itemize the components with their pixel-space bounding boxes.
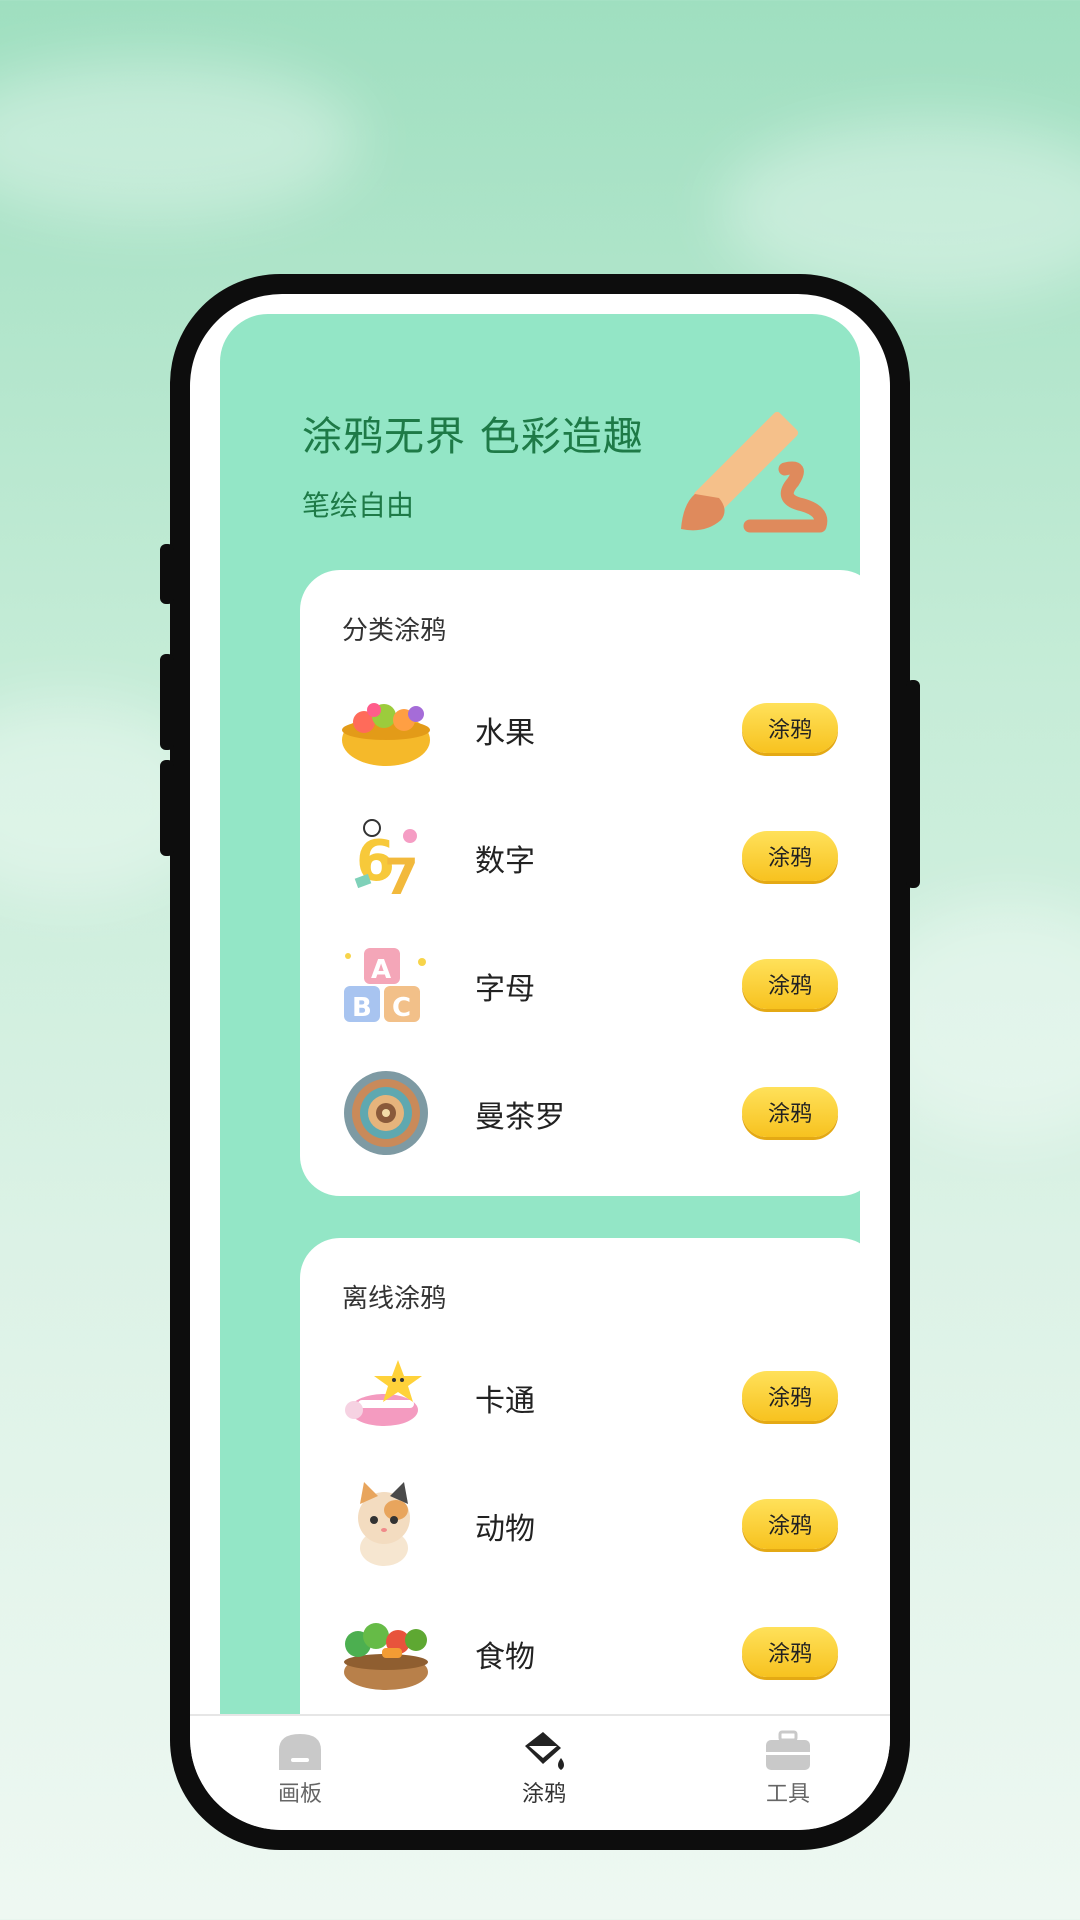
paint-bucket-icon bbox=[525, 1732, 564, 1770]
board-icon bbox=[279, 1734, 321, 1770]
cartoon-plane-icon bbox=[345, 1360, 422, 1426]
tab-label: 涂鸦 bbox=[521, 1782, 566, 1807]
tab-label: 工具 bbox=[765, 1782, 810, 1807]
list-item[interactable]: 动物 涂鸦 bbox=[300, 1474, 880, 1574]
list-item-label: 食物 bbox=[475, 1640, 535, 1675]
card-title: 离线涂鸦 bbox=[342, 1284, 447, 1314]
svg-text:B: B bbox=[352, 993, 372, 1023]
fruit-bowl-icon bbox=[342, 703, 430, 766]
list-item[interactable]: 水果 涂鸦 bbox=[300, 678, 880, 778]
list-item-label: 水果 bbox=[475, 716, 535, 751]
phone-side-button bbox=[160, 544, 174, 604]
page-subtitle: 笔绘自由 bbox=[302, 489, 415, 522]
list-item[interactable]: 食物 涂鸦 bbox=[300, 1602, 880, 1702]
list-item-label: 字母 bbox=[475, 972, 535, 1007]
numbers-icon: 6 7 bbox=[354, 819, 419, 900]
list-item[interactable]: 6 7 数字 涂鸦 bbox=[300, 806, 880, 906]
doodle-button[interactable]: 涂鸦 bbox=[742, 1371, 838, 1421]
phone-screen: 涂鸦无界 色彩造趣 笔绘自由 分类涂鸦 水果 涂鸦 6 7 数字 涂鸦 A B … bbox=[190, 294, 890, 1830]
list-item[interactable]: 曼茶罗 涂鸦 bbox=[300, 1062, 880, 1162]
cat-icon bbox=[358, 1482, 410, 1566]
doodle-button[interactable]: 涂鸦 bbox=[742, 1627, 838, 1677]
phone-side-button bbox=[160, 654, 174, 750]
list-item-label: 卡通 bbox=[475, 1384, 535, 1419]
bottom-tab-bar: 画板 涂鸦 工具 bbox=[190, 1714, 890, 1830]
tab-label: 画板 bbox=[277, 1782, 322, 1807]
list-item-label: 曼茶罗 bbox=[475, 1100, 565, 1135]
page-title: 涂鸦无界 色彩造趣 bbox=[302, 414, 644, 460]
toolbox-icon bbox=[766, 1730, 810, 1770]
vegetable-basket-icon bbox=[344, 1623, 428, 1690]
tab-board[interactable]: 画板 bbox=[240, 1730, 360, 1830]
svg-text:C: C bbox=[392, 993, 411, 1023]
list-item-label: 动物 bbox=[475, 1512, 535, 1547]
list-item-label: 数字 bbox=[475, 844, 535, 879]
paintbrush-stroke-icon bbox=[681, 411, 828, 533]
svg-text:7: 7 bbox=[384, 848, 419, 900]
category-doodle-card: 分类涂鸦 水果 涂鸦 6 7 数字 涂鸦 A B C 字母 涂鸦 曼茶罗 涂鸦 bbox=[300, 570, 880, 1196]
card-title: 分类涂鸦 bbox=[342, 616, 447, 646]
list-item[interactable]: A B C 字母 涂鸦 bbox=[300, 934, 880, 1034]
phone-side-button bbox=[906, 680, 920, 888]
doodle-button[interactable]: 涂鸦 bbox=[742, 1499, 838, 1549]
phone-frame: 涂鸦无界 色彩造趣 笔绘自由 分类涂鸦 水果 涂鸦 6 7 数字 涂鸦 A B … bbox=[160, 274, 920, 1850]
doodle-button[interactable]: 涂鸦 bbox=[742, 1087, 838, 1137]
doodle-button[interactable]: 涂鸦 bbox=[742, 831, 838, 881]
tab-doodle[interactable]: 涂鸦 bbox=[484, 1730, 604, 1830]
app-panel: 涂鸦无界 色彩造趣 笔绘自由 分类涂鸦 水果 涂鸦 6 7 数字 涂鸦 A B … bbox=[220, 314, 880, 1814]
mandala-icon bbox=[344, 1071, 428, 1155]
offline-doodle-card: 离线涂鸦 卡通 涂鸦 动物 涂鸦 食物 涂鸦 bbox=[300, 1238, 880, 1814]
tab-tools[interactable]: 工具 bbox=[728, 1730, 848, 1830]
list-item[interactable]: 卡通 涂鸦 bbox=[300, 1346, 880, 1446]
doodle-button[interactable]: 涂鸦 bbox=[742, 703, 838, 753]
alphabet-blocks-icon: A B C bbox=[344, 948, 426, 1023]
phone-side-button bbox=[160, 760, 174, 856]
svg-text:A: A bbox=[371, 955, 391, 985]
doodle-button[interactable]: 涂鸦 bbox=[742, 959, 838, 1009]
